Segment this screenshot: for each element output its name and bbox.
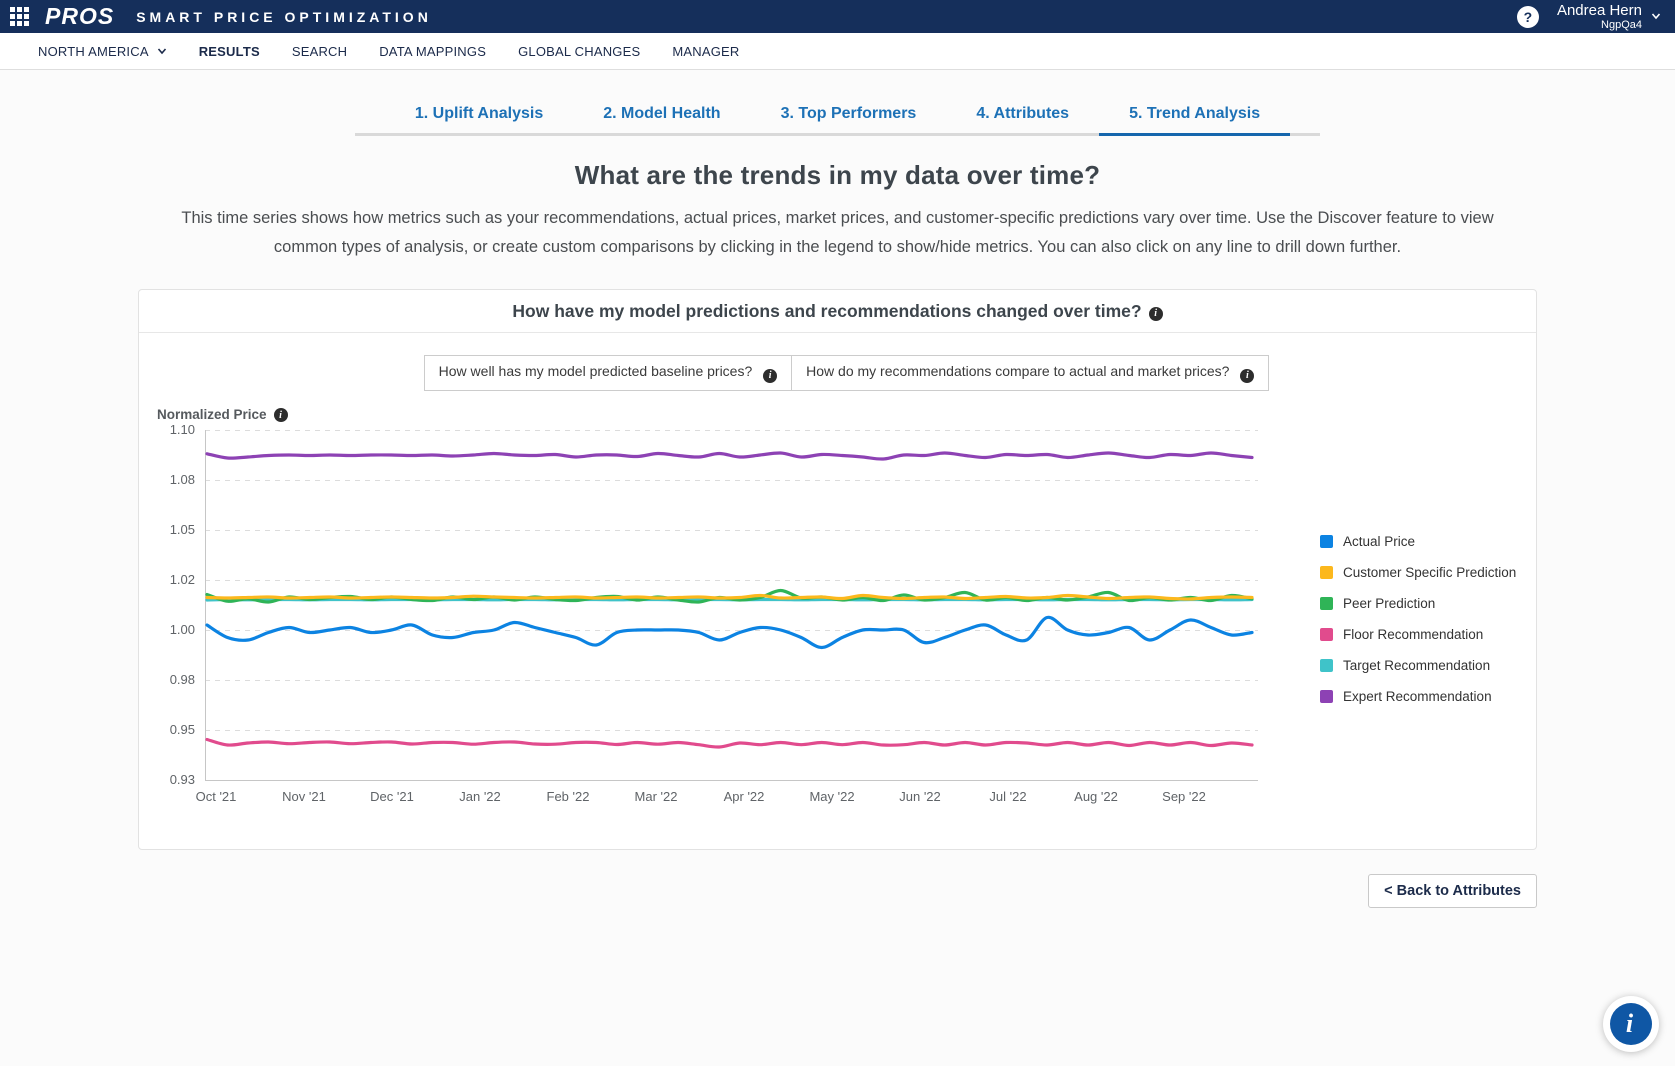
- legend-swatch: [1320, 535, 1333, 548]
- chevron-down-icon: [157, 46, 167, 56]
- y-tick-label: 1.10: [170, 422, 195, 438]
- y-axis-title-row: Normalized Price i: [157, 407, 1536, 423]
- y-axis-ticks: 1.101.081.051.021.000.980.950.93: [157, 430, 205, 781]
- legend-swatch: [1320, 566, 1333, 579]
- back-to-attributes-button[interactable]: < Back to Attributes: [1368, 874, 1537, 908]
- nav-item-data-mappings[interactable]: DATA MAPPINGS: [379, 44, 486, 59]
- chevron-down-icon: [1651, 11, 1661, 21]
- y-tick-label: 0.95: [170, 722, 195, 738]
- user-name: Andrea Hern: [1557, 2, 1642, 19]
- results-tabs: 1. Uplift Analysis2. Model Health3. Top …: [355, 96, 1320, 136]
- region-selector[interactable]: NORTH AMERICA: [38, 44, 167, 59]
- page-content: 1. Uplift Analysis2. Model Health3. Top …: [0, 96, 1675, 908]
- chart-legend: Actual Price Customer Specific Prediction…: [1320, 534, 1516, 720]
- x-tick-label: Jun '22: [899, 789, 941, 804]
- legend-label: Target Recommendation: [1343, 658, 1490, 673]
- y-tick-label: 0.93: [170, 772, 195, 788]
- x-tick-label: Feb '22: [547, 789, 590, 804]
- tab-2-model-health[interactable]: 2. Model Health: [573, 96, 750, 136]
- nav-item-results[interactable]: RESULTS: [199, 44, 260, 59]
- discover-question-buttons: How well has my model predicted baseline…: [424, 355, 1270, 391]
- x-tick-label: Jan '22: [459, 789, 501, 804]
- x-tick-label: Oct '21: [196, 789, 237, 804]
- card-header: How have my model predictions and recomm…: [139, 290, 1536, 333]
- question-label: How well has my model predicted baseline…: [439, 363, 756, 379]
- user-org: NgpQa4: [1557, 19, 1642, 32]
- series-line-actual-price[interactable]: [207, 617, 1252, 647]
- nav-items: RESULTS SEARCH DATA MAPPINGS GLOBAL CHANGES…: [199, 44, 740, 59]
- y-tick-label: 0.98: [170, 672, 195, 688]
- y-tick-label: 1.08: [170, 472, 195, 488]
- y-tick-label: 1.00: [170, 622, 195, 638]
- x-tick-label: Apr '22: [724, 789, 765, 804]
- tab-4-attributes[interactable]: 4. Attributes: [946, 96, 1099, 136]
- legend-item-actual-price[interactable]: Actual Price: [1320, 534, 1516, 549]
- plot-svg: [205, 430, 1258, 781]
- help-glyph: ?: [1524, 9, 1533, 25]
- series-line-expert-recommendation[interactable]: [207, 453, 1252, 459]
- info-icon: i: [763, 369, 777, 383]
- x-tick-label: Nov '21: [282, 789, 326, 804]
- question-label: How do my recommendations compare to act…: [806, 363, 1233, 379]
- pros-logo: PROS: [45, 5, 114, 28]
- legend-item-peer-prediction[interactable]: Peer Prediction: [1320, 596, 1516, 611]
- legend-swatch: [1320, 659, 1333, 672]
- tab-5-trend-analysis[interactable]: 5. Trend Analysis: [1099, 96, 1290, 136]
- legend-item-customer-specific-prediction[interactable]: Customer Specific Prediction: [1320, 565, 1516, 580]
- app-launcher-icon[interactable]: [10, 7, 29, 26]
- top-app-bar: PROS SMART PRICE OPTIMIZATION ? Andrea H…: [0, 0, 1675, 33]
- nav-item-global-changes[interactable]: GLOBAL CHANGES: [518, 44, 640, 59]
- page-description: This time series shows how metrics such …: [163, 204, 1513, 262]
- y-tick-label: 1.05: [170, 522, 195, 538]
- info-icon: i: [1610, 1003, 1652, 1045]
- app-title: SMART PRICE OPTIMIZATION: [136, 9, 432, 25]
- x-tick-label: Mar '22: [635, 789, 678, 804]
- time-series-plot[interactable]: Oct '21Nov '21Dec '21Jan '22Feb '22Mar '…: [205, 430, 1258, 815]
- x-tick-label: Aug '22: [1074, 789, 1118, 804]
- tab-3-top-performers[interactable]: 3. Top Performers: [751, 96, 947, 136]
- info-icon[interactable]: i: [1149, 307, 1163, 321]
- legend-label: Actual Price: [1343, 534, 1415, 549]
- legend-item-expert-recommendation[interactable]: Expert Recommendation: [1320, 689, 1516, 704]
- card-title: How have my model predictions and recomm…: [512, 301, 1141, 321]
- legend-item-floor-recommendation[interactable]: Floor Recommendation: [1320, 627, 1516, 642]
- series-line-floor-recommendation[interactable]: [207, 740, 1252, 748]
- question-button-how-well-has-my-model-predicte[interactable]: How well has my model predicted baseline…: [424, 355, 792, 391]
- legend-swatch: [1320, 597, 1333, 610]
- legend-item-target-recommendation[interactable]: Target Recommendation: [1320, 658, 1516, 673]
- tab-1-uplift-analysis[interactable]: 1. Uplift Analysis: [385, 96, 573, 136]
- legend-swatch: [1320, 690, 1333, 703]
- page-title: What are the trends in my data over time…: [0, 160, 1675, 191]
- legend-swatch: [1320, 628, 1333, 641]
- info-icon: i: [1240, 369, 1254, 383]
- chart-area: 1.101.081.051.021.000.980.950.93 Oct '21…: [157, 430, 1536, 815]
- trend-chart-card: How have my model predictions and recomm…: [138, 289, 1537, 850]
- x-tick-label: Jul '22: [989, 789, 1026, 804]
- legend-label: Customer Specific Prediction: [1343, 565, 1516, 580]
- x-tick-label: May '22: [809, 789, 854, 804]
- info-icon[interactable]: i: [274, 408, 288, 422]
- question-button-how-do-my-recommendations-comp[interactable]: How do my recommendations compare to act…: [791, 355, 1269, 391]
- nav-item-search[interactable]: SEARCH: [292, 44, 347, 59]
- help-icon[interactable]: ?: [1517, 6, 1539, 28]
- region-label: NORTH AMERICA: [38, 44, 149, 59]
- floating-info-button[interactable]: i: [1603, 996, 1659, 1052]
- user-menu[interactable]: Andrea Hern NgpQa4: [1557, 2, 1661, 32]
- legend-label: Peer Prediction: [1343, 596, 1435, 611]
- y-axis-title: Normalized Price: [157, 407, 267, 422]
- x-tick-label: Sep '22: [1162, 789, 1206, 804]
- x-tick-label: Dec '21: [370, 789, 414, 804]
- card-body: How well has my model predicted baseline…: [139, 333, 1536, 849]
- legend-label: Floor Recommendation: [1343, 627, 1483, 642]
- nav-item-manager[interactable]: MANAGER: [672, 44, 739, 59]
- main-nav: NORTH AMERICA RESULTS SEARCH DATA MAPPINGS…: [0, 33, 1675, 70]
- y-tick-label: 1.02: [170, 572, 195, 588]
- legend-label: Expert Recommendation: [1343, 689, 1492, 704]
- series-line-customer-specific-prediction[interactable]: [207, 595, 1252, 599]
